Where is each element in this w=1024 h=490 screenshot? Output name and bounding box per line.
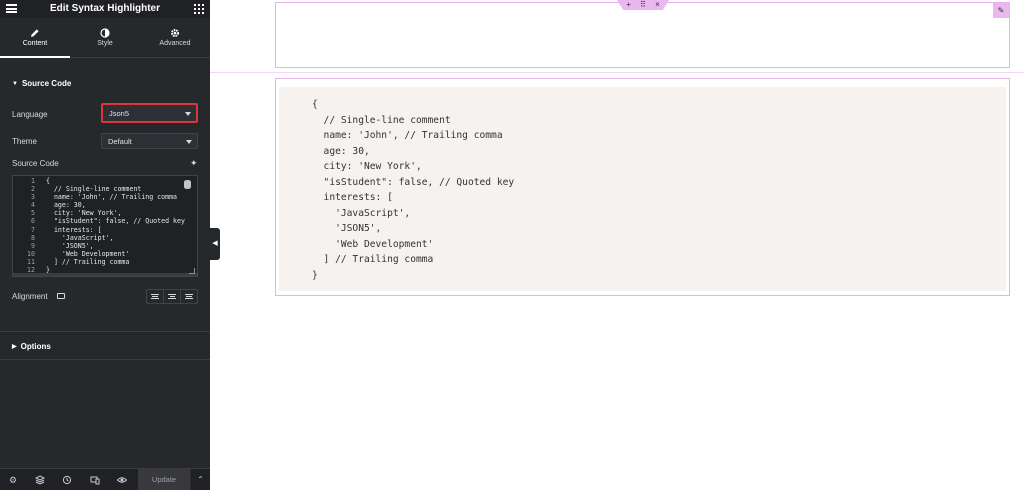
panel-header: Edit Syntax Highlighter [0,0,210,18]
line-number-gutter: 1 2 3 4 5 6 7 8 9 10 11 12 [13,177,39,274]
highlighted-code-output: { // Single-line comment name: 'John', /… [279,87,1006,291]
gear-icon [140,18,210,38]
update-button[interactable]: Update [138,469,190,490]
align-right-button[interactable] [181,290,197,303]
dropdown-arrow-icon [185,112,191,116]
language-select-value: Json5 [109,109,130,118]
section-divider [0,331,210,332]
alignment-label: Alignment [12,292,48,301]
language-label: Language [12,110,48,119]
empty-section[interactable] [275,2,1010,68]
collapse-panel-toggle[interactable]: ◀ [210,228,220,260]
language-select[interactable]: Json5 [101,103,198,123]
theme-select[interactable]: Default [101,133,198,149]
theme-label: Theme [12,137,37,146]
apps-grid-icon[interactable] [194,4,204,14]
dropdown-arrow-icon [186,140,192,144]
line-number: 6 [31,217,35,226]
history-icon[interactable] [62,475,72,485]
source-code-text[interactable]: { // Single-line comment name: 'John', /… [46,177,185,274]
line-number: 4 [31,201,35,210]
tab-style[interactable]: Style [70,18,140,57]
editor-panel: Edit Syntax Highlighter Content Style Ad… [0,0,210,490]
drag-handle-icon[interactable]: ⠿ [640,1,646,9]
alignment-buttons [146,289,198,304]
panel-footer: ⚙ Update ⌃ [0,468,210,490]
resize-handle-icon[interactable] [189,268,195,274]
edit-widget-pencil-icon[interactable]: ✎ [993,3,1009,18]
line-number: 9 [31,241,35,250]
desktop-device-icon[interactable] [57,293,65,299]
half-circle-icon [70,18,140,38]
panel-title: Edit Syntax Highlighter [49,3,160,14]
align-center-button[interactable] [164,290,181,303]
database-icon[interactable] [184,180,191,189]
tab-content[interactable]: Content [0,18,70,58]
line-number: 1 [31,177,35,185]
section-boundary-line [210,72,1024,73]
line-number: 5 [31,209,35,218]
caret-down-icon: ▼ [12,81,18,87]
section-divider [0,359,210,360]
source-code-section-toggle[interactable]: ▼ Source Code [12,79,71,88]
preview-eye-icon[interactable] [116,475,128,485]
layers-icon[interactable] [34,475,46,485]
source-code-editor[interactable]: 1 2 3 4 5 6 7 8 9 10 11 12 { // Single-line comment… [12,175,198,277]
line-number: 11 [27,257,35,266]
syntax-highlighter-widget[interactable]: { // Single-line comment name: 'John', /… [275,78,1010,296]
close-icon[interactable]: × [655,1,660,9]
caret-right-icon: ▶ [12,344,17,350]
theme-select-value: Default [108,137,132,146]
tab-advanced[interactable]: Advanced [140,18,210,57]
panel-tabs: Content Style Advanced [0,18,210,58]
settings-icon[interactable]: ⚙ [8,475,18,485]
chevron-up-icon[interactable]: ⌃ [190,469,210,490]
pencil-icon [0,18,70,38]
options-section-toggle[interactable]: ▶ Options [12,342,51,351]
horizontal-scrollbar[interactable] [13,273,197,276]
section-handle: + ⠿ × [617,0,669,10]
responsive-mode-icon[interactable] [90,475,100,485]
line-number: 10 [27,249,35,258]
source-code-label: Source Code [12,159,59,168]
line-number: 8 [31,233,35,242]
align-left-button[interactable] [147,290,164,303]
ai-sparkle-icon[interactable]: ✦ [190,159,199,168]
add-icon[interactable]: + [626,1,631,9]
line-number: 3 [31,193,35,202]
line-number: 7 [31,225,35,234]
line-number: 2 [31,185,35,194]
